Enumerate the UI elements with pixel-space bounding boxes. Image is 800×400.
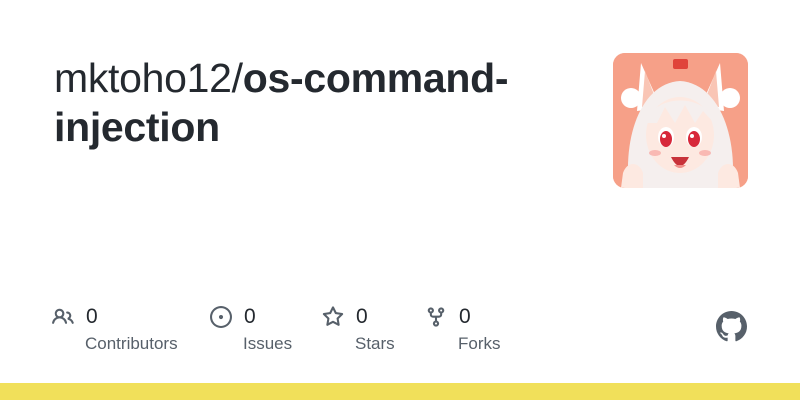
stars-count: 0 [356,305,368,328]
stat-issues[interactable]: 0 Issues [210,302,292,362]
repo-owner[interactable]: mktoho12/ [54,55,243,101]
fork-icon [427,307,445,327]
stat-stars[interactable]: 0 Stars [322,302,395,362]
forks-label: Forks [458,334,501,353]
star-icon [322,306,344,326]
issues-label: Issues [243,334,293,353]
issues-count: 0 [244,305,256,328]
stat-contributors[interactable]: 0 Contributors [52,302,178,362]
contributors-label: Contributors [85,334,178,353]
language-color-bar [0,383,800,400]
contributors-count: 0 [86,305,98,328]
repo-title: mktoho12/os-command-injection [54,54,574,152]
people-icon [52,308,74,324]
forks-count: 0 [459,305,471,328]
stars-label: Stars [355,334,395,353]
repo-social-card: mktoho12/os-command-injection 0 Contribu… [0,0,800,400]
stat-forks[interactable]: 0 Forks [425,302,501,362]
owner-avatar[interactable] [613,53,748,188]
anime-character-avatar-icon [613,53,748,188]
issue-circle-icon [210,306,232,328]
github-icon[interactable] [716,311,747,342]
